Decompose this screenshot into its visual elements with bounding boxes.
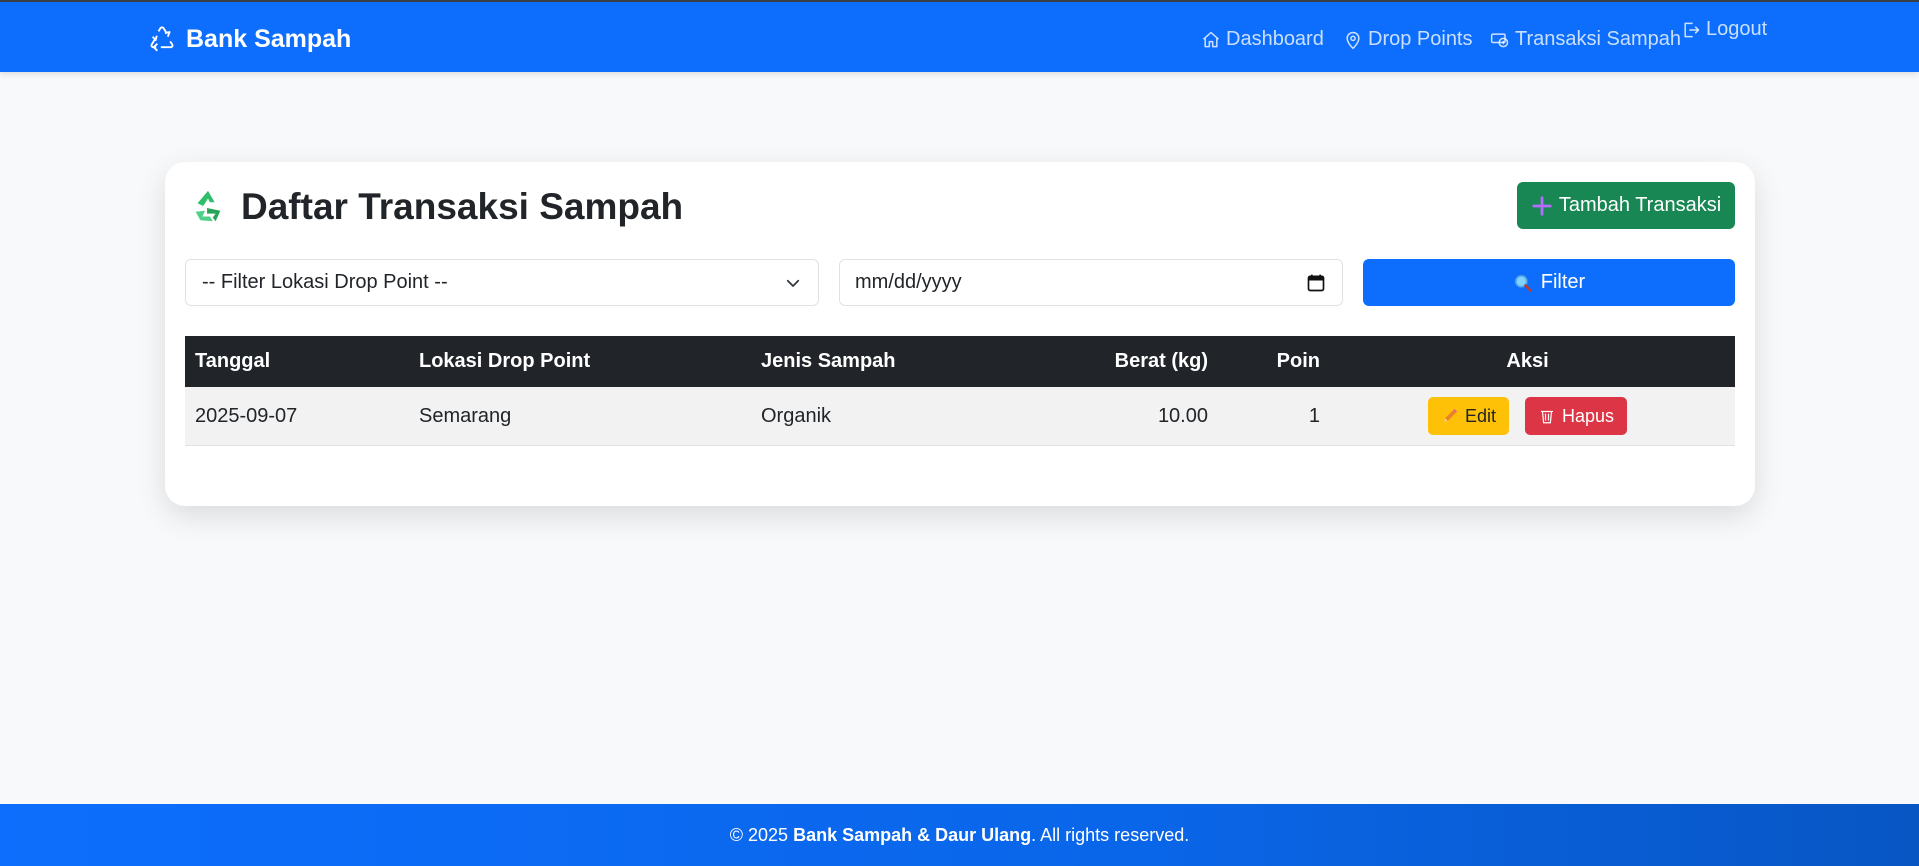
header-poin: Poin (1276, 350, 1320, 372)
tanggal-input[interactable]: mm/dd/yyyy (839, 259, 1343, 306)
wastebasket-icon (1541, 410, 1553, 424)
brand-text: Bank Sampah (186, 24, 352, 53)
cell-poin: 1 (1308, 404, 1320, 427)
page-title-text: Daftar Transaksi Sampah (241, 186, 684, 227)
footer-suffix: . All rights reserved. (1031, 824, 1190, 845)
recycle-emoji-icon (195, 190, 221, 222)
filter-button-label: Filter (1540, 271, 1586, 293)
plus-icon (1532, 195, 1552, 216)
header-berat: Berat (kg) (1114, 350, 1208, 372)
map-pin-icon (1346, 31, 1360, 49)
tanggal-placeholder: mm/dd/yyyy (855, 271, 962, 293)
header-jenis: Jenis Sampah (761, 350, 896, 372)
hapus-button-label: Hapus (1562, 405, 1615, 426)
recycle-icon (150, 26, 174, 52)
logout-icon (1684, 22, 1700, 37)
tambah-transaksi-button[interactable]: Tambah Transaksi (1517, 182, 1735, 229)
cash-coin-icon (1490, 32, 1509, 47)
header-tanggal: Tanggal (195, 350, 271, 372)
table-row: 2025-09-07 Semarang Organik 10.00 1 Edit (185, 387, 1735, 446)
cell-berat: 10.00 (1157, 404, 1208, 427)
header-aksi: Aksi (1506, 350, 1549, 372)
magnifier-icon (1514, 274, 1532, 292)
navbar: Bank Sampah Dashboard Drop Points Transa… (0, 0, 1919, 72)
filter-lokasi-select[interactable]: -- Filter Lokasi Drop Point -- (185, 259, 819, 306)
page-title: Daftar Transaksi Sampah (189, 184, 683, 230)
row-actions: Edit Hapus (1427, 397, 1628, 435)
edit-button[interactable]: Edit (1427, 397, 1509, 435)
nav-drop-points-label: Drop Points (1368, 28, 1473, 50)
nav-logout[interactable]: Logout (1681, 18, 1767, 41)
filter-lokasi-value: -- Filter Lokasi Drop Point -- (202, 271, 448, 293)
brand-link[interactable]: Bank Sampah (148, 22, 351, 56)
nav-dashboard-label: Dashboard (1226, 28, 1324, 50)
nav-transaksi[interactable]: Transaksi Sampah (1490, 28, 1681, 51)
transaksi-table: Tanggal Lokasi Drop Point Jenis Sampah B… (185, 336, 1735, 446)
footer-org: Bank Sampah & Daur Ulang (793, 824, 1032, 845)
calendar-icon[interactable] (1306, 273, 1326, 293)
nav-transaksi-label: Transaksi Sampah (1515, 28, 1681, 50)
header-lokasi: Lokasi Drop Point (419, 350, 591, 372)
table-header: Tanggal Lokasi Drop Point Jenis Sampah B… (185, 336, 1735, 387)
edit-button-label: Edit (1464, 405, 1496, 426)
chevron-down-icon (786, 279, 800, 287)
filter-button[interactable]: Filter (1363, 259, 1735, 306)
cell-tanggal: 2025-09-07 (195, 404, 298, 427)
hapus-button[interactable]: Hapus (1525, 397, 1628, 435)
nav-dashboard[interactable]: Dashboard (1201, 28, 1324, 51)
tambah-transaksi-label: Tambah Transaksi (1558, 194, 1722, 216)
nav-drop-points[interactable]: Drop Points (1343, 28, 1473, 51)
footer: © 2025 Bank Sampah & Daur Ulang. All rig… (0, 804, 1919, 866)
cell-aksi: Edit Hapus (1320, 387, 1735, 445)
house-icon (1203, 31, 1219, 47)
cell-lokasi: Semarang (419, 404, 512, 427)
nav-logout-label: Logout (1706, 18, 1768, 40)
cell-jenis: Organik (761, 404, 832, 427)
pencil-icon (1443, 408, 1458, 422)
transaksi-card: Daftar Transaksi Sampah Tambah Transaksi… (165, 162, 1755, 506)
footer-prefix: © 2025 (729, 824, 789, 845)
